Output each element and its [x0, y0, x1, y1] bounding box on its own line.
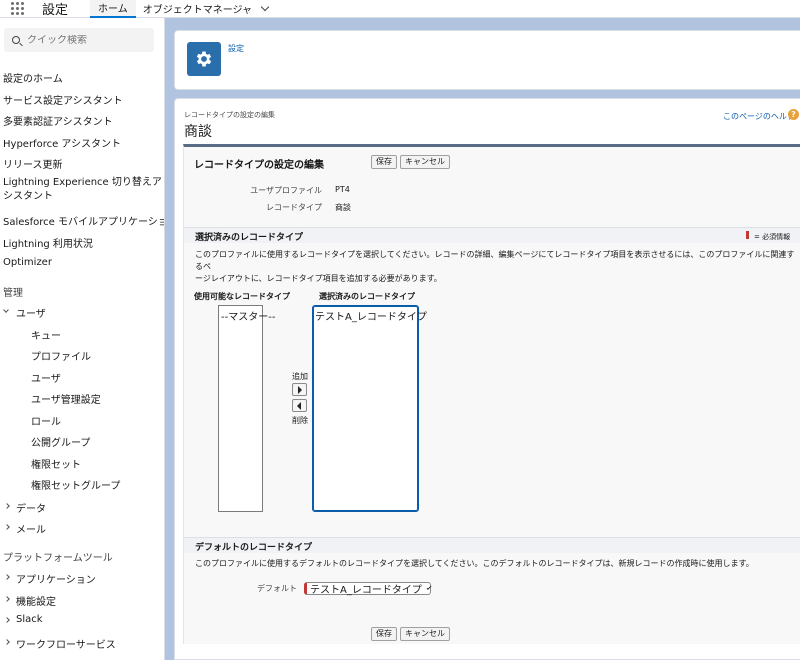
main-content: レコードタイプの設定の編集 商談 このページのヘルプ ? レコードタイプの設定の…	[174, 98, 800, 660]
sidebar-item-users[interactable]: ユーザ	[31, 370, 61, 385]
remove-button[interactable]	[292, 399, 307, 412]
breadcrumb[interactable]: 設定	[228, 43, 244, 54]
sidebar-item-profiles[interactable]: プロファイル	[31, 348, 91, 363]
section-title: 選択済みのレコードタイプ	[195, 233, 304, 243]
help-icon[interactable]: ?	[788, 109, 799, 120]
save-button-top[interactable]: 保存	[371, 155, 397, 169]
remove-label: 削除	[292, 416, 308, 425]
user-profile-label: ユーザプロファイル	[250, 186, 322, 195]
sidebar-item-public-groups[interactable]: 公開グループ	[31, 434, 90, 449]
record-type-label: レコードタイプ	[266, 203, 322, 212]
quick-find[interactable]	[4, 28, 154, 52]
help-link[interactable]: このページのヘルプ	[723, 111, 795, 122]
save-button-bottom[interactable]: 保存	[371, 627, 397, 641]
chevron-right-icon[interactable]	[4, 524, 10, 530]
tab-home[interactable]: ホーム	[90, 0, 136, 18]
default-section-description: このプロファイルに使用するデフォルトのレコードタイプを選択してください。このデフ…	[195, 559, 754, 568]
sidebar-item-permission-sets[interactable]: 権限セット	[31, 456, 81, 471]
sidebar-item-user-management-settings[interactable]: ユーザ管理設定	[31, 391, 101, 406]
tab-object-manager[interactable]: オブジェクトマネージャ	[136, 0, 275, 18]
sidebar-item-queues[interactable]: キュー	[31, 327, 61, 342]
chevron-right-icon[interactable]	[4, 574, 10, 580]
default-record-type-select[interactable]: テストA_レコードタイプ	[304, 582, 432, 596]
page-header: 設定	[174, 30, 800, 90]
required-legend: = 必須情報	[754, 233, 791, 241]
arrow-left-icon	[297, 402, 301, 410]
sidebar-item-setup-home[interactable]: 設定のホーム	[3, 70, 63, 85]
quick-find-input[interactable]	[27, 34, 147, 46]
page-breadcrumb: レコードタイプの設定の編集	[184, 111, 275, 119]
selected-list-label: 選択済みのレコードタイプ	[319, 292, 415, 301]
app-name: 設定	[42, 3, 69, 18]
description-line: このプロファイルに使用するレコードタイプを選択してください。レコードの詳細、編集…	[195, 250, 795, 271]
sidebar-item-hyperforce[interactable]: Hyperforce アシスタント	[3, 135, 121, 150]
required-marker	[746, 231, 749, 239]
sidebar-item-release-updates[interactable]: リリース更新	[3, 156, 63, 171]
chevron-right-icon[interactable]	[4, 596, 10, 602]
gear-icon	[196, 51, 212, 67]
setup-gear-tile	[187, 42, 221, 76]
add-label: 追加	[292, 372, 308, 381]
chevron-right-icon[interactable]	[4, 617, 10, 623]
sidebar-group-users[interactable]: ユーザ	[16, 305, 46, 320]
record-type-value: 商談	[335, 203, 351, 212]
sidebar-item-optimizer[interactable]: Optimizer	[3, 257, 52, 268]
list-option[interactable]: テストA_レコードタイプ	[313, 306, 427, 325]
search-icon	[12, 36, 20, 44]
sidebar-group-slack[interactable]: Slack	[16, 614, 43, 625]
selected-record-types-list[interactable]: テストA_レコードタイプ	[312, 305, 427, 512]
selected-record-types-section: 選択済みのレコードタイプ = 必須情報	[184, 227, 800, 243]
edit-form: レコードタイプの設定の編集 保存 キャンセル ユーザプロファイル PT4 レコー…	[183, 144, 800, 644]
section-title: デフォルトのレコードタイプ	[195, 543, 313, 553]
global-header: 設定 ホーム オブジェクトマネージャ	[0, 0, 800, 18]
sidebar-item-permission-set-groups[interactable]: 権限セットグループ	[31, 477, 120, 492]
selected-section-description: このプロファイルに使用するレコードタイプを選択してください。レコードの詳細、編集…	[195, 249, 795, 285]
add-button[interactable]	[292, 383, 307, 396]
form-title: レコードタイプの設定の編集	[194, 160, 324, 171]
cancel-button-top[interactable]: キャンセル	[400, 155, 450, 169]
default-label: デフォルト	[257, 584, 297, 593]
sidebar-item-lex-transition[interactable]: Lightning Experience 切り替えアシスタント	[3, 176, 163, 204]
chevron-down-icon[interactable]	[3, 307, 9, 313]
sidebar-heading-admin: 管理	[3, 288, 23, 299]
arrow-right-icon	[298, 386, 302, 394]
sidebar-item-lightning-usage[interactable]: Lightning 利用状況	[3, 235, 93, 250]
sidebar-group-apps[interactable]: アプリケーション	[16, 571, 96, 586]
app-launcher-icon[interactable]	[11, 1, 25, 16]
tab-object-manager-label: オブジェクトマネージャ	[142, 5, 253, 16]
chevron-right-icon[interactable]	[4, 639, 10, 645]
chevron-down-icon	[426, 584, 432, 590]
select-value: テストA_レコードタイプ	[310, 585, 422, 596]
list-option[interactable]: --マスター--	[219, 306, 275, 325]
sidebar-group-workflow-services[interactable]: ワークフローサービス	[16, 636, 116, 651]
setup-sidebar: 設定のホーム サービス設定アシスタント 多要素認証アシスタント Hyperfor…	[0, 18, 165, 660]
available-list-label: 使用可能なレコードタイプ	[194, 292, 290, 301]
chevron-right-icon[interactable]	[4, 503, 10, 509]
sidebar-item-mobile-app[interactable]: Salesforce モバイルアプリケーション	[3, 213, 164, 228]
sidebar-group-feature-settings[interactable]: 機能設定	[16, 593, 56, 608]
page-title: 商談	[184, 124, 212, 140]
sidebar-item-roles[interactable]: ロール	[31, 413, 61, 428]
sidebar-group-data[interactable]: データ	[16, 500, 46, 515]
sidebar-item-service-setup[interactable]: サービス設定アシスタント	[3, 92, 123, 107]
description-line: ージレイアウトに、レコードタイプ項目を追加する必要があります。	[195, 274, 442, 283]
default-record-type-section: デフォルトのレコードタイプ	[184, 537, 800, 553]
sidebar-group-email[interactable]: メール	[16, 521, 46, 536]
available-record-types-list[interactable]: --マスター--	[218, 305, 275, 512]
cancel-button-bottom[interactable]: キャンセル	[400, 627, 450, 641]
chevron-down-icon[interactable]	[260, 2, 270, 12]
sidebar-item-mfa-assistant[interactable]: 多要素認証アシスタント	[3, 113, 113, 128]
sidebar-heading-platform-tools: プラットフォームツール	[3, 553, 113, 564]
user-profile-value: PT4	[335, 185, 350, 194]
